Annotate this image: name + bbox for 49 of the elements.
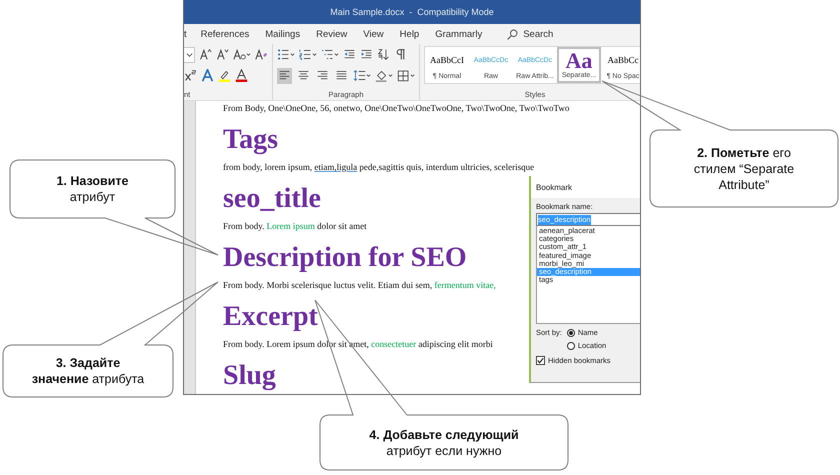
search-button[interactable]: Search xyxy=(500,26,560,42)
heading-text: Excerpt xyxy=(223,300,318,334)
heading-text: Tags xyxy=(223,123,278,157)
radio-button[interactable] xyxy=(566,328,575,336)
callout-text: 2. Пометьте его стилем “Separate Attribute” xyxy=(694,144,794,192)
body-text: From Body, One\OneOne, 56, onetwo, One\OneTwo\OneTwoOne, Two\TwoOne, Two\TwoTwo xyxy=(223,102,570,115)
window-title: Main Sample.docx - Compatibility Mode xyxy=(330,7,494,17)
heading-text: Slug xyxy=(223,359,276,393)
ribbon-tab[interactable]: Grammarly xyxy=(427,24,490,44)
radio-button[interactable] xyxy=(566,342,575,350)
callout-text: 4. Добавьте следующий атрибут если нужно xyxy=(369,426,519,458)
callout-text: 3. Задайте значение атрибута xyxy=(32,355,144,387)
callout-text: 1. Назовите атрибут xyxy=(56,173,128,205)
increase-indent-icon[interactable] xyxy=(360,48,373,61)
ribbon-tab[interactable]: Mailings xyxy=(257,24,308,44)
ribbon-tab[interactable]: References xyxy=(192,24,258,44)
decrease-indent-icon[interactable] xyxy=(343,48,356,61)
ribbon-tab[interactable]: t xyxy=(184,24,193,44)
font-size-dropdown[interactable] xyxy=(184,46,195,62)
grow-font-icon[interactable] xyxy=(199,48,212,61)
body-text: From body. Lorem ipsum dolor sit amet, consectetuer adipiscing elit morbi xyxy=(223,338,493,351)
line-spacing-icon[interactable] xyxy=(353,69,371,82)
caret-icon xyxy=(186,51,192,58)
ribbon-tab[interactable]: Review xyxy=(308,24,356,44)
shading-icon[interactable] xyxy=(375,69,393,82)
heading-text: seo_title xyxy=(223,182,321,216)
change-case-icon[interactable] xyxy=(233,48,251,61)
body-text: From body. Morbi scelerisque luctus velit. Etiam dui sem, fermentum vitae, xyxy=(223,279,496,292)
paragraph-mark-icon[interactable] xyxy=(394,48,407,61)
checkbox[interactable] xyxy=(536,356,545,365)
shrink-font-icon[interactable] xyxy=(216,48,229,61)
multilevel-list-icon[interactable] xyxy=(321,48,339,61)
search-icon xyxy=(506,28,520,40)
ribbon-tab[interactable]: View xyxy=(355,24,392,44)
bullets-icon[interactable] xyxy=(277,48,295,61)
heading-text: Description for SEO xyxy=(223,241,467,275)
ribbon-tab[interactable]: Help xyxy=(392,24,428,44)
clear-formatting-icon[interactable] xyxy=(255,48,268,61)
numbering-icon[interactable] xyxy=(299,48,317,61)
sort-icon[interactable] xyxy=(377,48,390,61)
highlight-icon[interactable] xyxy=(218,69,231,82)
dialog-title: Bookmark xyxy=(536,182,572,192)
text-effects-icon[interactable] xyxy=(201,69,214,82)
body-text: From body. Lorem ipsum dolor sit amet xyxy=(223,220,367,233)
superscript-icon[interactable] xyxy=(184,69,197,82)
align-left-button[interactable] xyxy=(277,68,292,84)
font-color-icon[interactable] xyxy=(235,69,248,82)
body-text: from body, lorem ipsum, etiam,ligula pede,sagittis quis, interdum ultricies, scelerisque xyxy=(223,161,534,174)
borders-icon[interactable] xyxy=(397,69,415,82)
